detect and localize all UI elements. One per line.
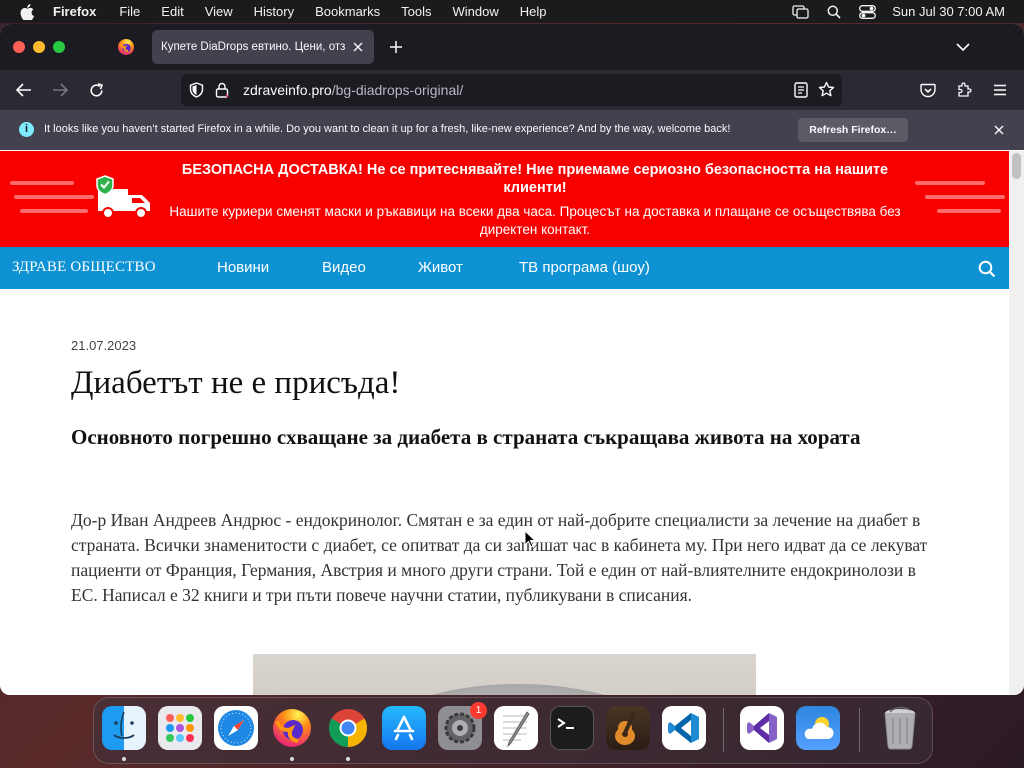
menu-bar-clock[interactable]: Sun Jul 30 7:00 AM: [892, 4, 1005, 19]
menu-help[interactable]: Help: [520, 4, 547, 19]
tab-close-icon[interactable]: [350, 39, 366, 55]
menu-view[interactable]: View: [205, 4, 233, 19]
nav-link-video[interactable]: Видео: [322, 259, 366, 276]
article-body: До-р Иван Андреев Андрюс - ендокринолог.…: [71, 510, 928, 605]
menu-bookmarks[interactable]: Bookmarks: [315, 4, 380, 19]
speed-lines-left: [10, 181, 94, 223]
doctor-photo: [253, 654, 756, 695]
apple-menu-icon[interactable]: [17, 3, 37, 20]
web-page: БЕЗОПАСНА ДОСТАВКА! Не се притеснявайте!…: [0, 151, 1009, 695]
browser-window: Купете DiaDrops евтино. Цени, отзиви zdr…: [0, 24, 1024, 695]
screen-mirroring-icon[interactable]: [792, 4, 809, 19]
plus-icon: [390, 41, 402, 53]
firefox-icon: [118, 39, 134, 55]
nav-link-tv-program[interactable]: ТВ програма (шоу): [519, 259, 650, 276]
dock-separator: [859, 708, 860, 752]
puzzle-icon: [958, 82, 972, 97]
banner-subtext: Нашите куриери сменят маски и ръкавици н…: [169, 204, 901, 237]
url-path: /bg-diadrops-original/: [331, 82, 464, 98]
terminal-icon[interactable]: [550, 706, 594, 750]
app-store-icon[interactable]: [382, 706, 426, 750]
navigation-toolbar: zdraveinfo.pro/bg-diadrops-original/: [0, 70, 1024, 110]
url-text[interactable]: zdraveinfo.pro/bg-diadrops-original/: [243, 82, 463, 98]
pocket-button[interactable]: [917, 79, 939, 101]
back-button[interactable]: [13, 79, 35, 101]
window-zoom-button[interactable]: [53, 41, 65, 53]
trash-icon[interactable]: [878, 706, 922, 750]
reload-button[interactable]: [85, 79, 107, 101]
site-search-icon[interactable]: [978, 260, 996, 283]
forward-button[interactable]: [49, 79, 71, 101]
article-subtitle: Основното погрешно схващане за диабета в…: [71, 425, 861, 449]
control-center-icon[interactable]: [859, 4, 877, 19]
firefox-icon[interactable]: [270, 706, 314, 750]
menu-window[interactable]: Window: [453, 4, 499, 19]
notification-text: It looks like you haven’t started Firefo…: [44, 123, 731, 135]
site-logo[interactable]: ЗДРАВЕ ОБЩЕСТВО: [12, 259, 156, 276]
pocket-icon: [920, 83, 936, 97]
window-minimize-button[interactable]: [33, 41, 45, 53]
delivery-truck-icon: [94, 173, 156, 230]
chrome-icon[interactable]: [326, 706, 370, 750]
menu-tools[interactable]: Tools: [401, 4, 431, 19]
reload-icon: [89, 82, 103, 97]
menu-bar: Firefox File Edit View History Bookmarks…: [0, 0, 1024, 23]
address-bar[interactable]: zdraveinfo.pro/bg-diadrops-original/: [181, 74, 842, 106]
bookmark-star-icon[interactable]: [818, 81, 835, 103]
arrow-left-icon: [16, 83, 31, 97]
visual-studio-icon[interactable]: [740, 706, 784, 750]
reader-view-icon[interactable]: [794, 82, 808, 103]
finder-icon[interactable]: [102, 706, 146, 750]
article-date: 21.07.2023: [71, 338, 137, 353]
firefox-view-tab[interactable]: [112, 33, 140, 61]
menu-history[interactable]: History: [254, 4, 294, 19]
garageband-icon[interactable]: [606, 706, 650, 750]
active-tab[interactable]: Купете DiaDrops евтино. Цени, отзиви: [152, 30, 374, 64]
nav-link-life[interactable]: Живот: [418, 259, 463, 276]
new-tab-button[interactable]: [386, 37, 406, 57]
weather-icon[interactable]: [796, 706, 840, 750]
safari-icon[interactable]: [214, 706, 258, 750]
vscode-icon[interactable]: [662, 706, 706, 750]
settings-notification-badge: 1: [470, 702, 487, 719]
page-scrollbar[interactable]: [1009, 151, 1024, 695]
window-close-button[interactable]: [13, 41, 25, 53]
scrollbar-thumb[interactable]: [1012, 153, 1021, 179]
menu-file[interactable]: File: [119, 4, 140, 19]
launchpad-icon[interactable]: [158, 706, 202, 750]
notification-close-icon[interactable]: [992, 123, 1006, 137]
refresh-firefox-notification: i It looks like you haven’t started Fire…: [0, 110, 1024, 150]
safe-delivery-banner: БЕЗОПАСНА ДОСТАВКА! Не се притеснявайте!…: [0, 151, 1009, 247]
dock: 1: [93, 697, 933, 764]
app-menu-button[interactable]: [989, 79, 1011, 101]
chevron-down-icon: [956, 42, 970, 51]
textedit-icon[interactable]: [494, 706, 538, 750]
article-title: Диабетът не е присъда!: [71, 365, 401, 401]
mouse-cursor: [524, 529, 537, 553]
menu-edit[interactable]: Edit: [161, 4, 183, 19]
nav-link-news[interactable]: Новини: [217, 259, 269, 276]
list-all-tabs-button[interactable]: [954, 38, 972, 56]
speed-lines-right: [913, 181, 1005, 223]
url-domain: zdraveinfo.pro: [243, 82, 332, 98]
extensions-button[interactable]: [953, 79, 975, 101]
info-icon: i: [19, 122, 34, 137]
banner-headline: БЕЗОПАСНА ДОСТАВКА! Не се притеснявайте!…: [181, 162, 889, 196]
lock-icon[interactable]: [215, 82, 229, 103]
tab-strip: Купете DiaDrops евтино. Цени, отзиви: [0, 24, 1024, 70]
dock-separator: [723, 708, 724, 752]
refresh-firefox-button[interactable]: Refresh Firefox…: [798, 118, 908, 142]
hamburger-menu-icon: [994, 84, 1006, 96]
tracking-protection-icon[interactable]: [189, 82, 204, 103]
menu-app-name[interactable]: Firefox: [53, 4, 96, 19]
spotlight-search-icon[interactable]: [827, 5, 841, 19]
tab-title: Купете DiaDrops евтино. Цени, отзиви: [161, 41, 346, 53]
arrow-right-icon: [53, 83, 68, 97]
site-navigation: ЗДРАВЕ ОБЩЕСТВО Новини Видео Живот ТВ пр…: [0, 247, 1009, 289]
